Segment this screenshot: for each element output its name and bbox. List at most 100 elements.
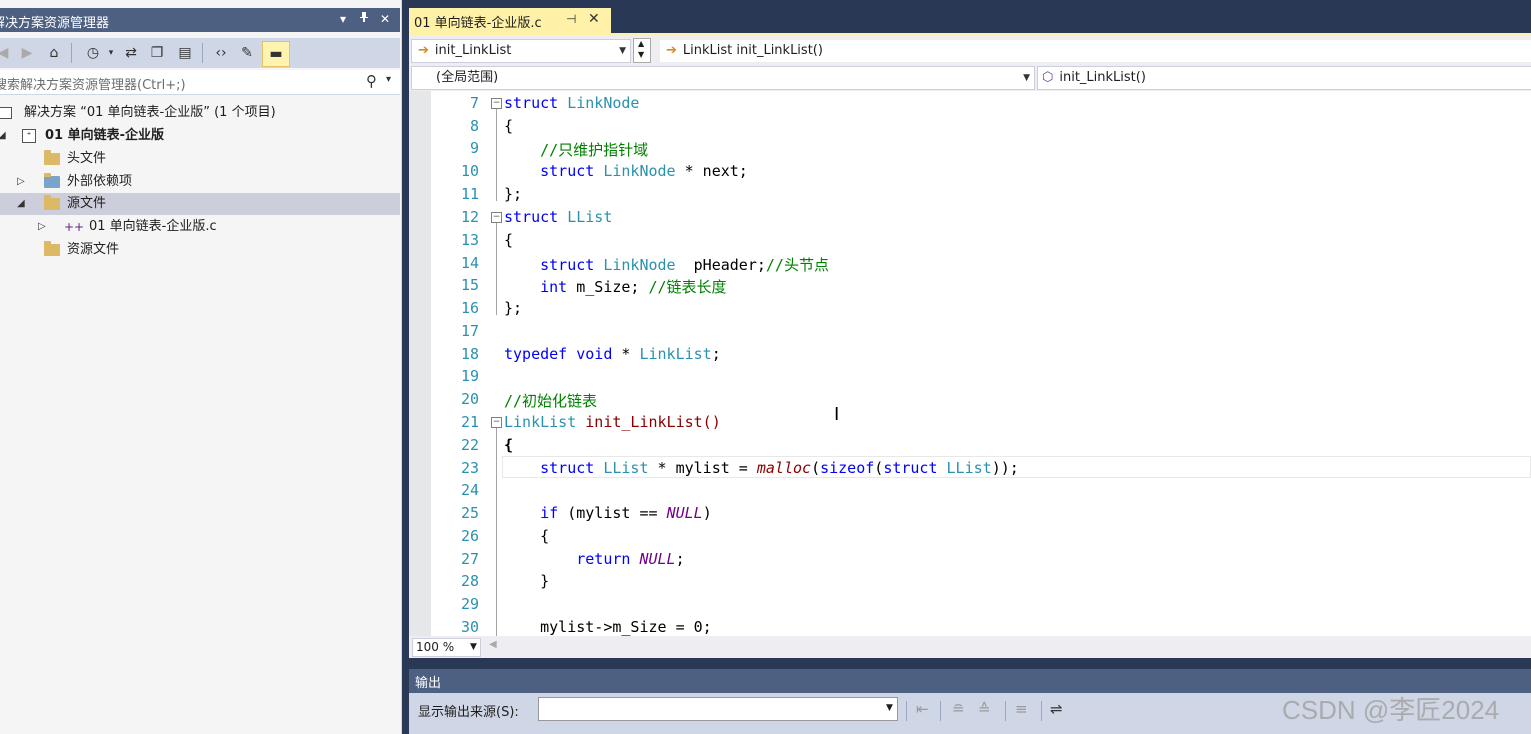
tree-item-label: 资源文件 [67,242,120,257]
code-line: int m_Size; //链表长度 [504,278,727,296]
code-line: struct LinkNode pHeader;//头节点 [504,256,829,274]
chevron-up-icon[interactable]: ▲ [638,39,644,48]
line-number: 22 [460,436,479,454]
clear-all-icon[interactable]: ≡ [1015,700,1028,718]
tree-item-source-files[interactable]: ◢ 源文件 [0,193,400,215]
show-all-files-icon[interactable]: ▤ [176,44,194,62]
toolbar-separator [940,701,941,721]
chevron-down-icon: ▼ [470,642,477,652]
document-tab[interactable]: 01 单向链表-企业版.c ⊣ ✕ [409,8,611,33]
function-nav-dropdown[interactable]: ➔ init_LinkList ▼ [411,39,631,63]
nav-spinner[interactable]: ▲ ▼ [633,38,651,63]
line-number: 8 [469,117,479,135]
function-arrow-icon: ➔ [666,43,677,58]
word-wrap-icon[interactable]: ⇌ [1050,700,1063,718]
output-title: 输出 [415,676,442,691]
collapsed-arrow-icon[interactable]: ▷ [38,216,46,238]
line-number: 27 [460,550,479,568]
close-tab-icon[interactable]: ✕ [588,11,600,27]
outline-guide [496,428,497,636]
scope-dropdown[interactable]: (全局范围) ▼ [411,66,1035,90]
properties-wrench-icon[interactable]: ✎ [238,44,256,62]
solution-explorer-title: 解决方案资源管理器 [0,16,110,31]
sync-icon[interactable]: ⇄ [122,44,140,62]
tree-item-external-deps[interactable]: ▷ 外部依赖项 [0,171,400,193]
code-line: //初始化链表 [504,392,598,410]
toolbar-separator [71,43,72,63]
collapse-outline-icon[interactable]: − [491,212,502,223]
tree-item-c-file[interactable]: ▷ ++ 01 单向链表-企业版.c [0,216,400,238]
code-line: //只维护指针域 [504,141,649,159]
scope-bar: (全局范围) ▼ ⬡ init_LinkList() [409,65,1531,91]
preview-toggle-icon[interactable]: ▬ [262,41,290,67]
text-cursor-icon: I [834,404,840,425]
close-icon[interactable]: ✕ [377,11,393,27]
code-line: struct LList * mylist = malloc(sizeof(st… [504,459,1019,477]
tree-item-project[interactable]: ◢ ⁺ 01 单向链表-企业版 [0,125,400,147]
history-dropdown-icon[interactable]: ▾ [102,44,120,62]
pin-icon[interactable] [356,11,372,27]
home-icon[interactable]: ⌂ [45,44,63,62]
code-line: struct LList [504,208,613,226]
watermark: CSDN @李匠2024 [1282,695,1500,725]
next-message-icon[interactable]: ≙ [978,700,991,718]
line-number: 15 [460,276,479,294]
code-line: }; [504,299,523,317]
collapsed-arrow-icon[interactable]: ▷ [17,171,25,193]
tree-item-label: 解决方案 “01 单向链表-企业版” (1 个项目) [24,105,276,120]
code-editor[interactable]: 7 8 9 10 11 12 13 14 15 16 17 18 19 20 2… [409,91,1531,636]
outline-guide [496,109,497,201]
view-code-icon[interactable]: ‹› [212,44,230,62]
expanded-arrow-icon[interactable]: ◢ [17,193,25,215]
tree-item-label: 外部依赖项 [67,174,133,189]
line-number: 17 [460,322,479,340]
window-menu-icon[interactable]: ▾ [335,11,351,27]
member-value: init_LinkList() [1059,70,1146,85]
zoom-value: 100 % [416,640,455,654]
chevron-down-icon[interactable]: ▾ [386,74,391,85]
c-file-icon: ++ [64,220,85,234]
code-line: { [504,527,550,545]
output-source-dropdown[interactable]: ▼ [538,697,898,721]
tree-item-resource-files[interactable]: 资源文件 [0,239,400,261]
code-line: LinkList init_LinkList() [504,413,721,431]
code-line: }; [504,185,523,203]
collapse-outline-icon[interactable]: − [491,417,502,428]
member-dropdown[interactable]: ⬡ init_LinkList() [1037,66,1531,90]
tree-item-label: 头文件 [67,151,107,166]
code-line: typedef void * LinkList; [504,345,721,363]
previous-message-icon[interactable]: ≘ [952,700,965,718]
zoom-dropdown[interactable]: 100 % ▼ [412,638,481,657]
toolbar-separator [1041,701,1042,721]
line-number: 24 [460,481,479,499]
scroll-left-icon[interactable]: ◀ [489,639,497,650]
search-icon[interactable]: ⚲ [366,72,377,90]
solution-explorer-toolbar: ◀ ▶ ⌂ ◷ ▾ ⇄ ❐ ▤ ‹› ✎ ▬ [0,38,400,68]
find-message-icon[interactable]: ⇤ [916,700,929,718]
chevron-down-icon: ▼ [886,703,893,713]
folder-icon [44,241,60,256]
tree-item-header-files[interactable]: 头文件 [0,148,400,170]
history-icon[interactable]: ◷ [84,44,102,62]
code-line: struct LinkNode [504,94,640,112]
chevron-down-icon[interactable]: ▼ [638,50,644,59]
back-icon[interactable]: ◀ [0,44,12,62]
line-number: 30 [460,618,479,636]
pin-tab-icon[interactable]: ⊣ [566,12,576,26]
solution-explorer-search[interactable]: 搜索解决方案资源管理器(Ctrl+;) ⚲ ▾ [0,70,400,95]
collapse-outline-icon[interactable]: − [491,98,502,109]
signature-nav-dropdown[interactable]: ➔ LinkList init_LinkList() [659,39,1531,63]
expanded-arrow-icon[interactable]: ◢ [0,125,6,147]
collapse-all-icon[interactable]: ❐ [148,44,166,62]
code-line: if (mylist == NULL) [504,504,712,522]
navigation-bar: ➔ init_LinkList ▼ ▲ ▼ ➔ LinkList init_Link… [409,36,1531,65]
tree-item-solution[interactable]: 解决方案 “01 单向链表-企业版” (1 个项目) [0,102,400,124]
tree-item-label: 源文件 [67,196,107,211]
folder-icon [44,195,60,210]
code-line: { [504,436,514,454]
toolbar-separator [202,43,203,63]
line-number: 12 [460,208,479,226]
toolbar-separator [1005,701,1006,721]
forward-icon[interactable]: ▶ [18,44,36,62]
search-input[interactable]: 搜索解决方案资源管理器(Ctrl+;) [0,74,186,93]
